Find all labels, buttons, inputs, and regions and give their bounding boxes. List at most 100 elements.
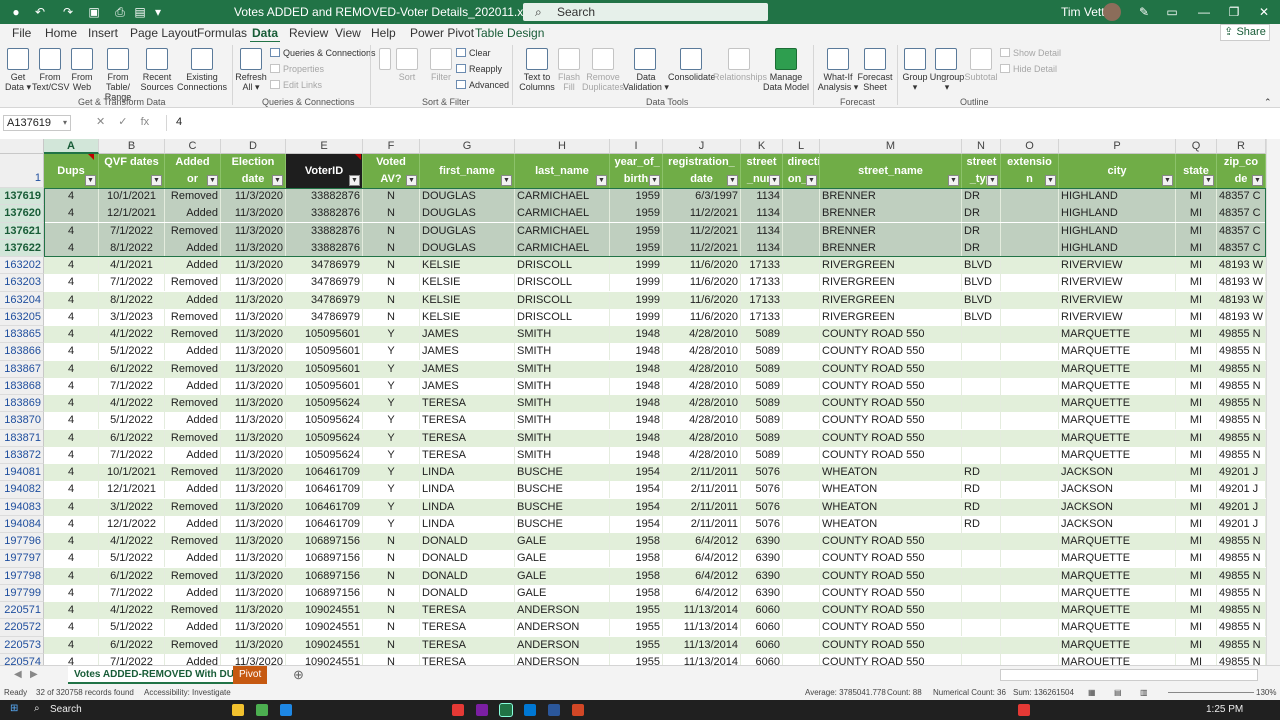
table-cell[interactable]: 2/11/2011 (663, 498, 741, 516)
row-header-194082[interactable]: 194082 (0, 481, 44, 499)
table-cell[interactable]: CARMICHAEL (515, 239, 610, 257)
table-cell[interactable]: JACKSON (1059, 481, 1176, 499)
table-cell[interactable]: 49855 N (1217, 584, 1266, 602)
table-cell[interactable]: 11/13/2014 (663, 602, 741, 619)
table-cell[interactable]: N (363, 188, 420, 205)
table-cell[interactable]: DRISCOLL (515, 274, 610, 292)
row-header-194081[interactable]: 194081 (0, 464, 44, 482)
table-cell[interactable]: GALE (515, 533, 610, 550)
table-cell[interactable]: 4 (44, 239, 99, 257)
row-header-197797[interactable]: 197797 (0, 550, 44, 568)
table-cell[interactable] (783, 653, 820, 665)
table-cell[interactable] (783, 533, 820, 550)
filter-dropdown-icon[interactable]: ▼ (406, 175, 417, 186)
tab-view[interactable]: View (335, 26, 361, 40)
table-cell[interactable]: 11/2/2021 (663, 222, 741, 240)
table-cell[interactable]: MI (1176, 222, 1217, 240)
hide-detail-button[interactable]: Hide Detail (1000, 64, 1057, 74)
consolidate-button[interactable]: Consolidate (668, 72, 716, 82)
table-cell[interactable]: 49855 N (1217, 360, 1266, 378)
table-cell[interactable]: 3/1/2022 (99, 498, 165, 516)
table-cell[interactable]: ANDERSON (515, 653, 610, 665)
table-cell[interactable]: JACKSON (1059, 515, 1176, 533)
table-cell[interactable]: COUNTY ROAD 550 (820, 412, 962, 430)
row-header-183872[interactable]: 183872 (0, 446, 44, 464)
table-cell[interactable] (962, 326, 1001, 343)
table-cell[interactable]: Removed (165, 567, 221, 585)
accessibility-status[interactable]: Accessibility: Investigate (144, 686, 231, 700)
table-cell[interactable]: HIGHLAND (1059, 188, 1176, 205)
table-cell[interactable]: MI (1176, 636, 1217, 654)
filter-dropdown-icon[interactable]: ▼ (948, 175, 959, 186)
properties-button[interactable]: Properties (270, 64, 324, 74)
row-header-183866[interactable]: 183866 (0, 343, 44, 361)
table-cell[interactable]: 11/3/2020 (221, 377, 286, 395)
table-cell[interactable] (783, 584, 820, 602)
table-cell[interactable]: 109024551 (286, 619, 363, 637)
table-cell[interactable]: 4 (44, 567, 99, 585)
table-cell[interactable]: 6/4/2012 (663, 550, 741, 568)
table-cell[interactable]: BRENNER (820, 205, 962, 223)
table-cell[interactable]: 1134 (741, 205, 783, 223)
table-cell[interactable]: MARQUETTE (1059, 602, 1176, 619)
page-break-icon[interactable]: ▥ (1140, 686, 1148, 700)
row-header-183870[interactable]: 183870 (0, 412, 44, 430)
table-cell[interactable] (783, 464, 820, 481)
table-cell[interactable]: 4/28/2010 (663, 412, 741, 430)
existing-connections-button[interactable]: Existing Connections (175, 72, 229, 92)
tab-data[interactable]: Data (249, 26, 281, 43)
table-cell[interactable]: 1955 (610, 619, 663, 637)
column-header-c[interactable]: C (165, 139, 221, 154)
table-cell[interactable]: 7/1/2022 (99, 377, 165, 395)
table-cell[interactable]: WHEATON (820, 498, 962, 516)
table-cell[interactable]: Removed (165, 602, 221, 619)
table-cell[interactable]: 1958 (610, 533, 663, 550)
what-if-analysis-button[interactable]: What-If Analysis ▾ (817, 72, 859, 92)
table-cell[interactable]: KELSIE (420, 308, 515, 326)
table-cell[interactable] (783, 291, 820, 309)
table-cell[interactable]: 49855 N (1217, 533, 1266, 550)
table-cell[interactable]: 48193 W (1217, 291, 1266, 309)
table-cell[interactable]: 105095601 (286, 377, 363, 395)
table-cell[interactable]: 11/3/2020 (221, 360, 286, 378)
table-cell[interactable] (962, 412, 1001, 430)
table-cell[interactable]: 10/1/2021 (99, 188, 165, 205)
table-cell[interactable]: 6/1/2022 (99, 429, 165, 447)
table-cell[interactable]: Removed (165, 222, 221, 240)
table-cell[interactable]: 49855 N (1217, 567, 1266, 585)
table-cell[interactable] (962, 429, 1001, 447)
table-cell[interactable]: 11/6/2020 (663, 274, 741, 292)
table-cell[interactable] (1001, 343, 1059, 361)
table-cell[interactable]: MARQUETTE (1059, 619, 1176, 637)
formula-input[interactable]: 4 (166, 115, 1278, 131)
column-header-m[interactable]: M (820, 139, 962, 154)
table-cell[interactable]: TERESA (420, 653, 515, 665)
table-cell[interactable]: Added (165, 257, 221, 274)
table-cell[interactable]: 12/1/2021 (99, 481, 165, 499)
table-cell[interactable]: 4/1/2022 (99, 395, 165, 412)
table-cell[interactable]: 8/1/2022 (99, 239, 165, 257)
column-header-n[interactable]: N (962, 139, 1001, 154)
table-cell[interactable]: GALE (515, 550, 610, 568)
table-cell[interactable]: 1958 (610, 567, 663, 585)
close-icon[interactable]: ✕ (1256, 4, 1272, 20)
table-cell[interactable]: 4 (44, 481, 99, 499)
table-cell[interactable]: 1948 (610, 446, 663, 464)
subtotal-button[interactable]: Subtotal (962, 72, 1000, 82)
table-cell[interactable] (783, 429, 820, 447)
table-cell[interactable]: 5089 (741, 360, 783, 378)
table-cell[interactable]: 5/1/2022 (99, 343, 165, 361)
table-cell[interactable] (783, 619, 820, 637)
table-cell[interactable]: 11/3/2020 (221, 636, 286, 654)
row-header-183868[interactable]: 183868 (0, 377, 44, 395)
table-cell[interactable] (783, 395, 820, 412)
table-cell[interactable]: MI (1176, 326, 1217, 343)
table-cell[interactable]: 6/4/2012 (663, 584, 741, 602)
table-cell[interactable]: 11/3/2020 (221, 567, 286, 585)
table-cell[interactable] (783, 205, 820, 223)
table-cell[interactable]: 1954 (610, 515, 663, 533)
ribbon-display-icon[interactable]: ▭ (1164, 4, 1180, 20)
table-cell[interactable]: 6/1/2022 (99, 636, 165, 654)
table-cell[interactable]: Added (165, 550, 221, 568)
tab-file[interactable]: File (12, 26, 31, 40)
